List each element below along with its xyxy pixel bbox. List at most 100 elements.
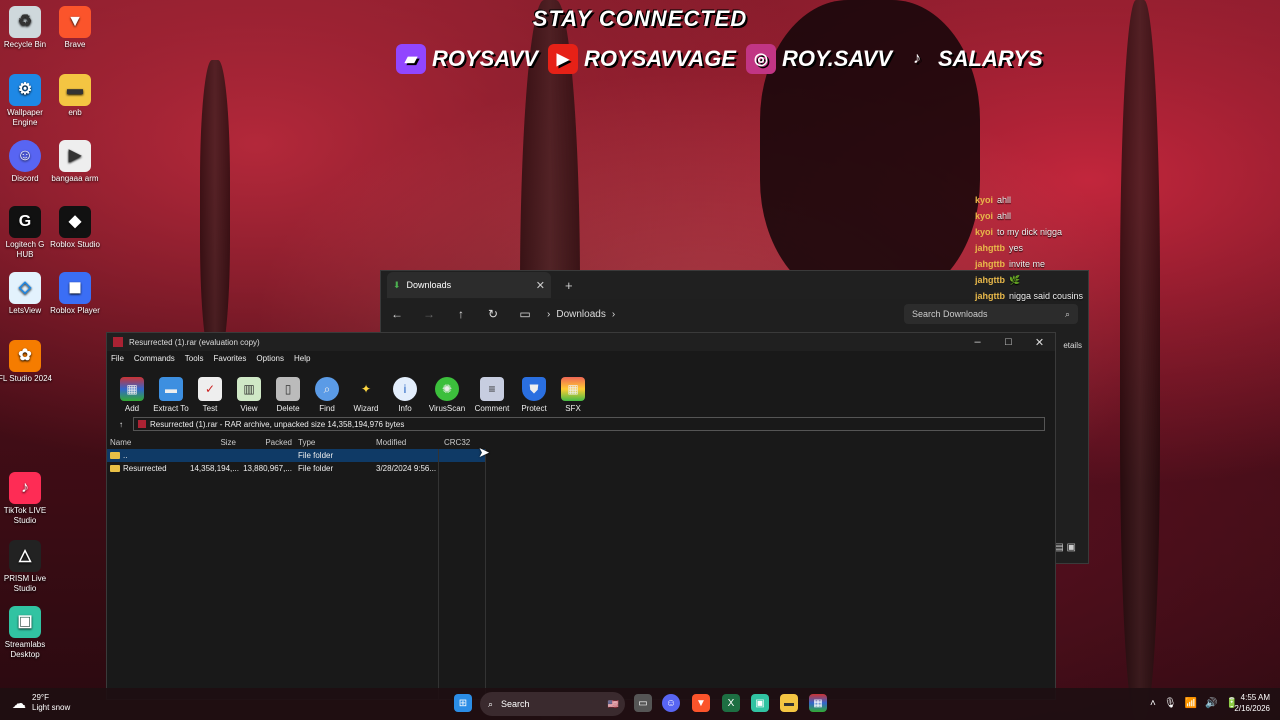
- chat-message: jahgttb yes: [975, 243, 1024, 253]
- desktop-icon-recycle-bin[interactable]: ♻ Recycle Bin: [0, 6, 52, 50]
- up-icon[interactable]: ↑: [445, 307, 477, 321]
- video-file-icon: ▶: [59, 140, 91, 172]
- streamlabs-taskbar-icon[interactable]: ▣: [751, 694, 769, 712]
- tiktok-handle: ♪ SALARYS: [902, 44, 1043, 74]
- extract-folder-icon: ▬: [159, 377, 183, 401]
- sfx-archive-icon: ▦: [561, 377, 585, 401]
- view-toggle[interactable]: ▤ ▣: [1054, 542, 1076, 553]
- system-tray-icons[interactable]: ˄🎙📶🔊🔋: [1150, 698, 1246, 709]
- desktop-icon-enb[interactable]: ▬ enb: [48, 74, 102, 118]
- brave-taskbar-icon[interactable]: ▼: [692, 694, 710, 712]
- excel-taskbar-icon[interactable]: X: [722, 694, 740, 712]
- letsview-icon: ◇: [9, 272, 41, 304]
- sfx-button[interactable]: ▦ SFX: [554, 377, 592, 413]
- menu-file[interactable]: File: [111, 354, 124, 363]
- extract-to-button[interactable]: ▬ Extract To: [152, 377, 190, 413]
- breadcrumb[interactable]: Downloads: [556, 309, 605, 320]
- table-row[interactable]: Resurrected 14,358,194,... 13,880,967,..…: [107, 462, 1055, 475]
- instagram-handle: ◎ ROY.SAVV: [745, 44, 892, 74]
- clock[interactable]: 4:55 AM 2/16/2026: [1234, 692, 1270, 714]
- desktop-icon-discord[interactable]: ☺ Discord: [0, 140, 52, 184]
- roblox-icon: ◼: [59, 272, 91, 304]
- stream-banner-title: STAY CONNECTED: [532, 6, 748, 31]
- menu-tools[interactable]: Tools: [185, 354, 204, 363]
- trash-icon: ▯: [276, 377, 300, 401]
- test-clipboard-icon: ✓: [198, 377, 222, 401]
- desktop-icon-logitech-g-hub[interactable]: G Logitech G HUB: [0, 206, 52, 260]
- recycle-bin-icon: ♻: [9, 6, 41, 38]
- column-type[interactable]: Type: [295, 438, 373, 447]
- column-name[interactable]: Name: [107, 438, 187, 447]
- desktop-icon-tiktok-live-studio[interactable]: ♪ TikTok LIVE Studio: [0, 472, 52, 526]
- archive-path-field[interactable]: Resurrected (1).rar - RAR archive, unpac…: [133, 417, 1045, 431]
- desktop-icon-streamlabs[interactable]: ▣ Streamlabs Desktop: [0, 606, 52, 660]
- file-list-header: Name Size Packed Type Modified CRC32: [107, 435, 1055, 449]
- column-size[interactable]: Size: [187, 438, 239, 447]
- folder-icon: [110, 452, 120, 460]
- snow-cloud-icon: ☁: [12, 695, 26, 711]
- column-modified[interactable]: Modified: [373, 438, 441, 447]
- winrar-titlebar: Resurrected (1).rar (evaluation copy) – …: [107, 333, 1055, 351]
- menu-commands[interactable]: Commands: [134, 354, 175, 363]
- brave-icon: ▼: [59, 6, 91, 38]
- minimize-button[interactable]: –: [962, 336, 993, 349]
- forward-icon[interactable]: →: [413, 307, 445, 321]
- maximize-button[interactable]: □: [993, 336, 1024, 349]
- winrar-window[interactable]: Resurrected (1).rar (evaluation copy) – …: [106, 332, 1056, 700]
- menu-favorites[interactable]: Favorites: [213, 354, 246, 363]
- explorer-search-input[interactable]: Search Downloads ⌕: [904, 304, 1078, 324]
- taskbar-search[interactable]: ⌕ Search 🇺🇸: [480, 692, 625, 716]
- background-tree: [200, 60, 230, 360]
- desktop-icon-roblox-studio[interactable]: ◆ Roblox Studio: [48, 206, 102, 250]
- monitor-icon[interactable]: ▭: [509, 307, 541, 321]
- new-tab-button[interactable]: +: [565, 278, 573, 293]
- winrar-taskbar-icon[interactable]: ▦: [809, 694, 827, 712]
- virusscan-button[interactable]: ✺ VirusScan: [425, 377, 469, 413]
- twitch-handle: ▰ ROYSAVV: [396, 44, 538, 74]
- discord-taskbar-icon[interactable]: ☺: [662, 694, 680, 712]
- menu-bar: File Commands Tools Favorites Options He…: [107, 351, 1055, 365]
- desktop-icon-roblox-player[interactable]: ◼ Roblox Player: [48, 272, 102, 316]
- table-row[interactable]: .. File folder: [107, 449, 485, 462]
- task-view-icon[interactable]: ▭: [634, 694, 652, 712]
- menu-help[interactable]: Help: [294, 354, 310, 363]
- desktop-icon-fl-studio[interactable]: ✿ FL Studio 2024: [0, 340, 52, 384]
- comment-button[interactable]: ≡ Comment: [470, 377, 514, 413]
- discord-icon: ☺: [9, 140, 41, 172]
- close-tab-icon[interactable]: ✕: [536, 279, 545, 292]
- refresh-icon[interactable]: ↻: [477, 307, 509, 321]
- desktop-icon-prism-live-studio[interactable]: △ PRISM Live Studio: [0, 540, 52, 594]
- delete-button[interactable]: ▯ Delete: [269, 377, 307, 413]
- taskbar: ☁ 29°F Light snow ⊞ ⌕ Search 🇺🇸 ▭ ☺ ▼ X ▣…: [0, 688, 1280, 720]
- up-folder-icon[interactable]: ↑: [119, 420, 123, 429]
- weather-widget[interactable]: ☁ 29°F Light snow: [12, 693, 70, 713]
- file-explorer-taskbar-icon[interactable]: ▬: [780, 694, 798, 712]
- menu-options[interactable]: Options: [256, 354, 284, 363]
- comment-icon: ≡: [480, 377, 504, 401]
- winrar-icon: [113, 337, 123, 347]
- desktop-icon-bangaaa-arm[interactable]: ▶ bangaaa arm: [48, 140, 102, 184]
- find-button[interactable]: ⌕ Find: [308, 377, 346, 413]
- add-button[interactable]: ▦ Add: [113, 377, 151, 413]
- view-book-icon: ▥: [237, 377, 261, 401]
- tab-downloads[interactable]: ⬇ Downloads ✕: [387, 272, 551, 298]
- wallpaper-engine-icon: ⚙: [9, 74, 41, 106]
- wizard-button[interactable]: ✦ Wizard: [347, 377, 385, 413]
- chat-message: jahgttb invite me: [975, 259, 1046, 269]
- close-button[interactable]: ✕: [1024, 336, 1055, 349]
- back-icon[interactable]: ←: [381, 307, 413, 321]
- desktop-icon-wallpaper-engine[interactable]: ⚙ Wallpaper Engine: [0, 74, 52, 128]
- protect-button[interactable]: ⛊ Protect: [515, 377, 553, 413]
- test-button[interactable]: ✓ Test: [191, 377, 229, 413]
- chat-message: jahgttb nigga said cousins: [975, 291, 1084, 301]
- download-icon: ⬇: [393, 279, 401, 290]
- chevron-right-icon: ›: [547, 308, 551, 320]
- details-button[interactable]: etails: [1063, 341, 1082, 350]
- column-packed[interactable]: Packed: [239, 438, 295, 447]
- desktop-icon-brave[interactable]: ▼ Brave: [48, 6, 102, 50]
- start-button[interactable]: ⊞: [454, 694, 472, 712]
- view-button[interactable]: ▥ View: [230, 377, 268, 413]
- desktop-icon-letsview[interactable]: ◇ LetsView: [0, 272, 52, 316]
- youtube-icon: ▶: [547, 44, 578, 74]
- info-button[interactable]: i Info: [386, 377, 424, 413]
